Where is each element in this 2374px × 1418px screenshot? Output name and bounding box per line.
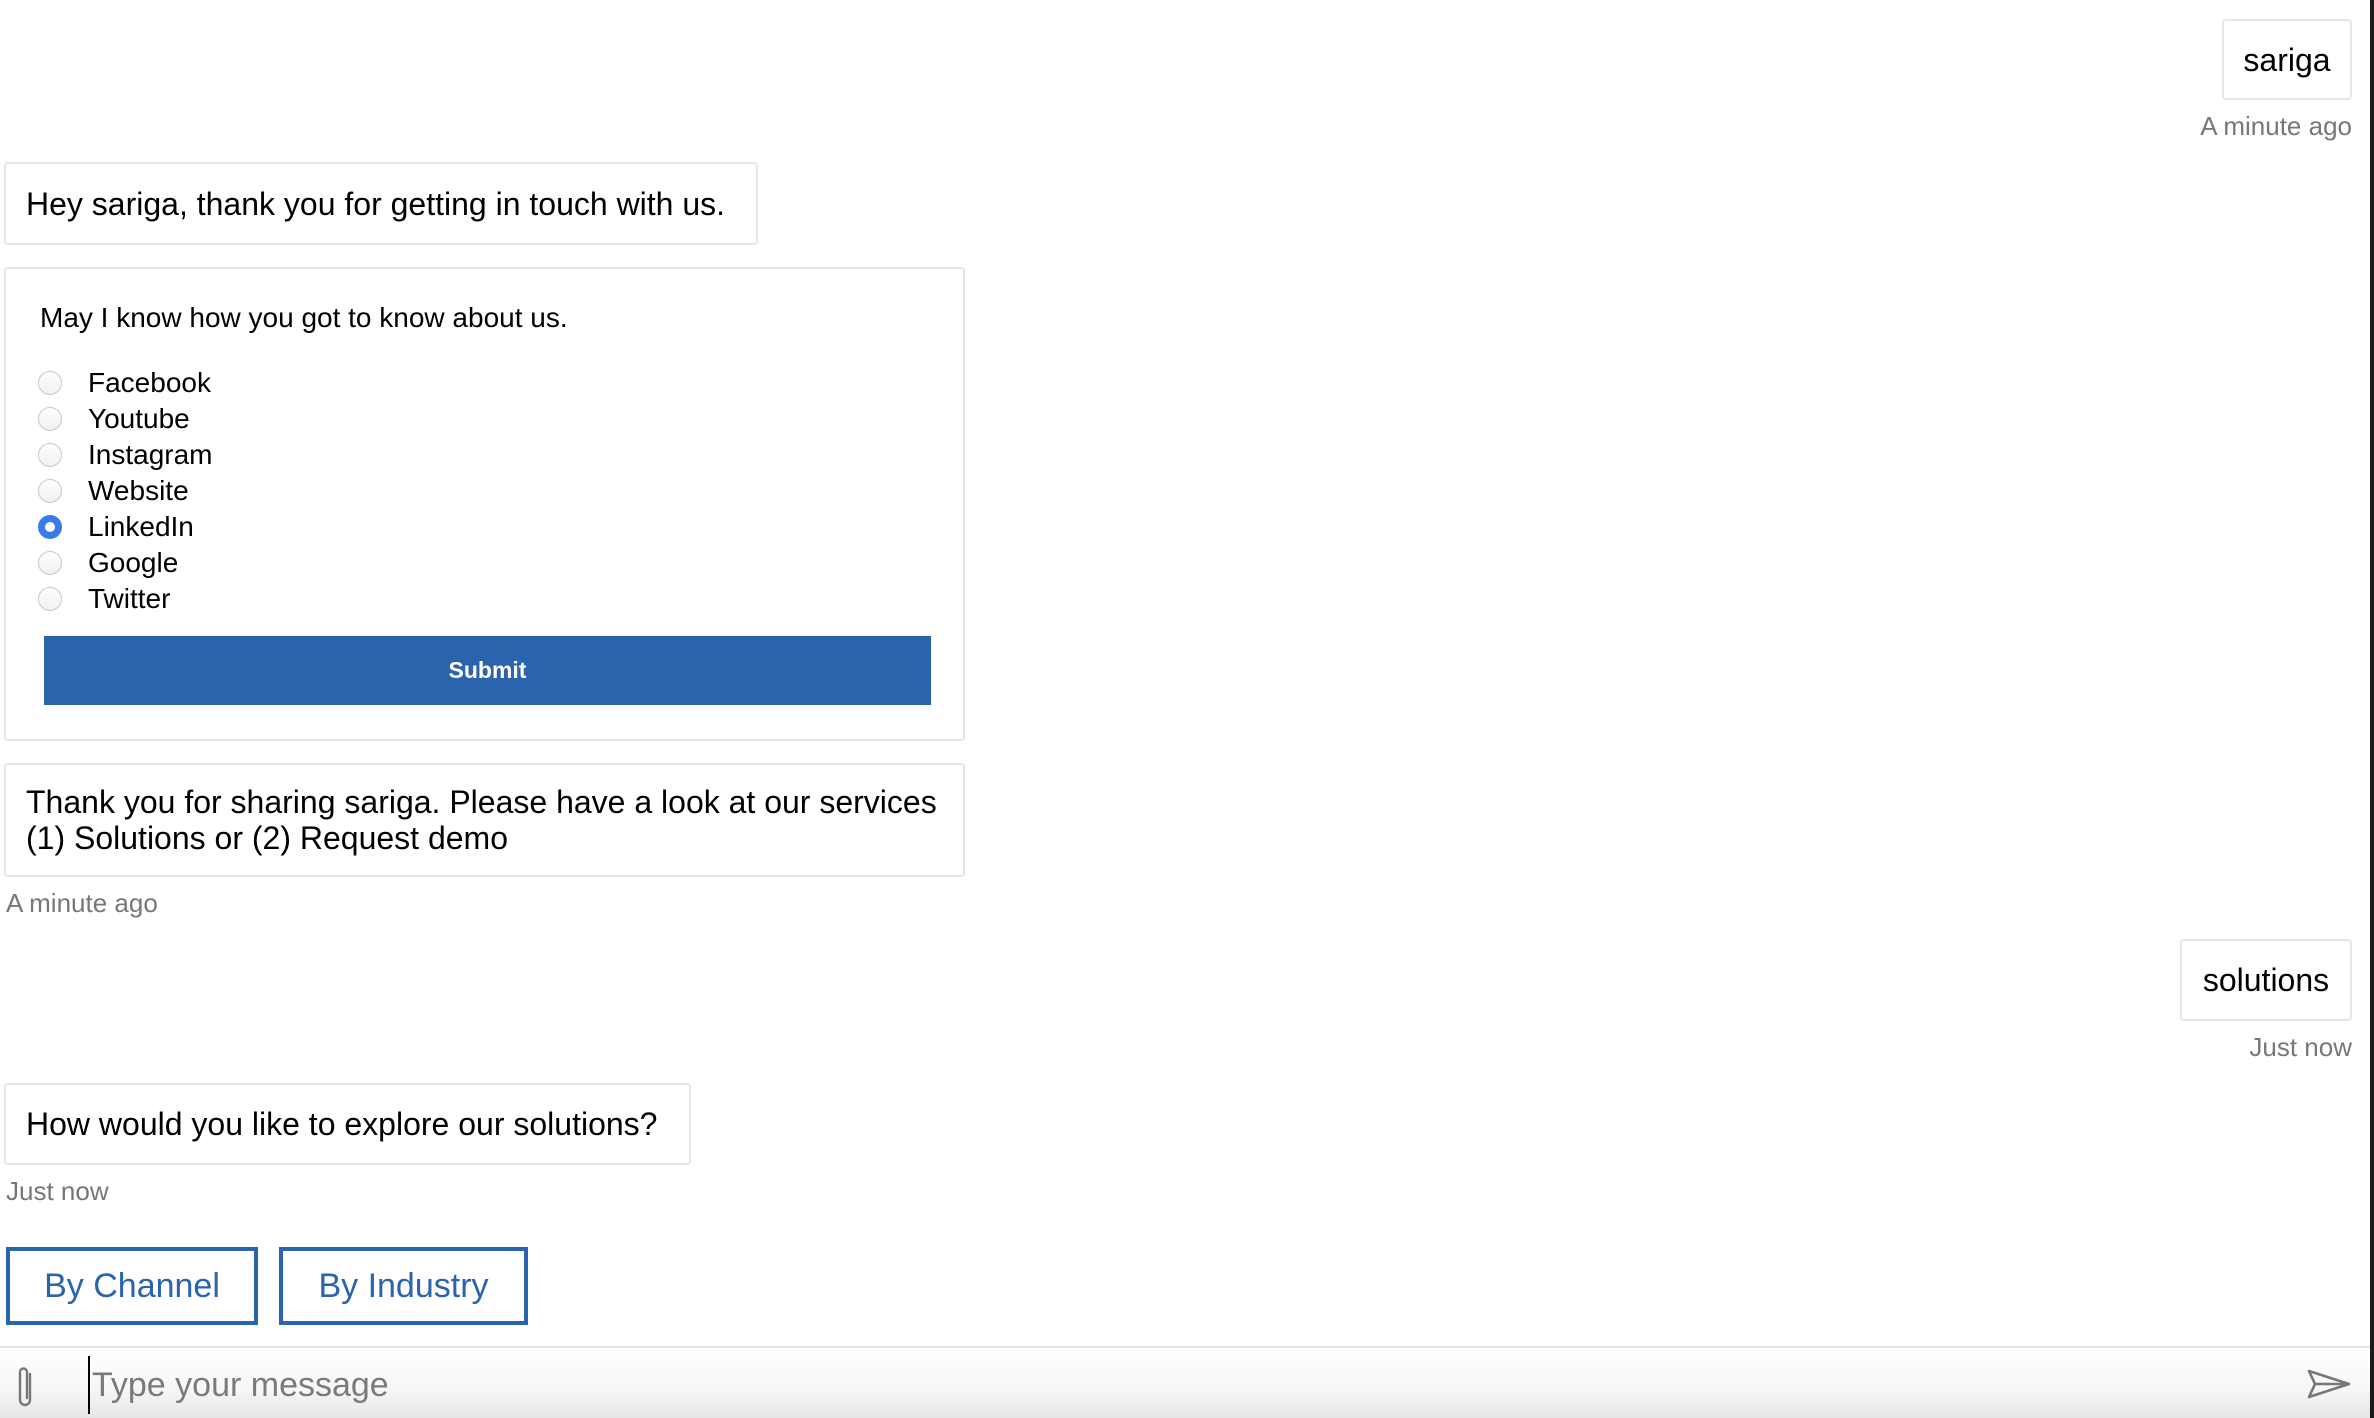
radio-option-youtube[interactable]: Youtube	[6, 402, 406, 436]
message-text: sariga	[2243, 41, 2331, 78]
send-icon[interactable]	[2306, 1368, 2352, 1400]
radio-label[interactable]: Website	[88, 474, 189, 508]
message-text-line: Thank you for sharing sariga. Please hav…	[26, 784, 937, 820]
message-timestamp: A minute ago	[2200, 111, 2352, 141]
radio-button[interactable]	[38, 371, 62, 395]
message-text-line: (1) Solutions or (2) Request demo	[26, 820, 508, 856]
radio-button-checked[interactable]	[38, 515, 62, 539]
message-composer	[0, 1346, 2370, 1418]
message-text: How would you like to explore our soluti…	[26, 1106, 658, 1142]
bot-message-bubble: Thank you for sharing sariga. Please hav…	[4, 763, 965, 877]
message-timestamp: Just now	[2249, 1032, 2352, 1062]
radio-label[interactable]: Youtube	[88, 402, 190, 436]
message-text: Hey sariga, thank you for getting in tou…	[26, 185, 726, 222]
radio-button[interactable]	[38, 479, 62, 503]
radio-button[interactable]	[38, 587, 62, 611]
radio-option-google[interactable]: Google	[6, 546, 406, 580]
form-question: May I know how you got to know about us.	[40, 302, 568, 333]
paperclip-icon[interactable]	[12, 1364, 38, 1410]
radio-option-website[interactable]: Website	[6, 474, 406, 508]
bot-message-bubble: How would you like to explore our soluti…	[4, 1083, 691, 1165]
window-edge	[2370, 0, 2374, 1418]
message-timestamp: Just now	[6, 1176, 109, 1206]
survey-form: May I know how you got to know about us.…	[4, 267, 965, 741]
radio-option-linkedin[interactable]: LinkedIn	[6, 510, 406, 544]
message-input[interactable]	[88, 1356, 2274, 1414]
bot-message-bubble: Hey sariga, thank you for getting in tou…	[4, 162, 758, 245]
radio-button[interactable]	[38, 551, 62, 575]
user-message-bubble: solutions	[2180, 939, 2352, 1021]
radio-label[interactable]: LinkedIn	[88, 510, 194, 544]
radio-button[interactable]	[38, 407, 62, 431]
radio-label[interactable]: Google	[88, 546, 178, 580]
quick-reply-by-channel[interactable]: By Channel	[6, 1247, 258, 1325]
radio-option-facebook[interactable]: Facebook	[6, 366, 406, 400]
user-message-bubble: sariga	[2222, 19, 2352, 100]
message-text: solutions	[2202, 962, 2330, 998]
quick-reply-by-industry[interactable]: By Industry	[279, 1247, 528, 1325]
radio-label[interactable]: Twitter	[88, 582, 170, 616]
message-timestamp: A minute ago	[6, 888, 158, 918]
radio-option-twitter[interactable]: Twitter	[6, 582, 406, 616]
submit-button[interactable]: Submit	[44, 636, 931, 705]
radio-label[interactable]: Facebook	[88, 366, 211, 400]
radio-button[interactable]	[38, 443, 62, 467]
radio-option-instagram[interactable]: Instagram	[6, 438, 406, 472]
radio-label[interactable]: Instagram	[88, 438, 213, 472]
